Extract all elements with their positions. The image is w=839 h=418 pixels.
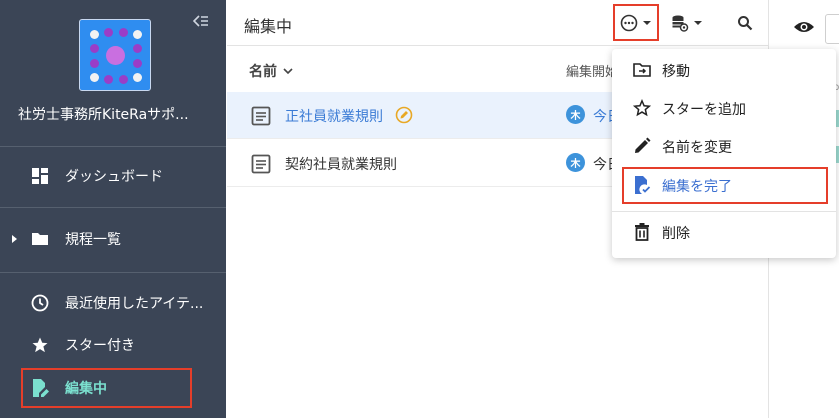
move-folder-icon — [633, 61, 651, 79]
menu-item-rename[interactable]: 名前を変更 — [612, 127, 836, 165]
dropdown-caret-icon — [694, 21, 702, 25]
star-icon — [30, 335, 50, 355]
dropdown-caret-icon — [643, 21, 651, 25]
divider — [0, 207, 226, 208]
menu-label-delete: 削除 — [662, 226, 690, 242]
folder-icon — [30, 229, 50, 249]
expand-caret-icon[interactable] — [12, 235, 17, 243]
nav-item-starred[interactable]: スター付き — [0, 329, 226, 361]
document-icon — [251, 154, 271, 178]
editing-status-icon — [395, 106, 413, 128]
chevron-down-icon — [283, 68, 293, 75]
main-header: 編集中 — [227, 0, 768, 46]
document-name[interactable]: 契約社員就業規則 — [285, 154, 397, 174]
divider — [0, 272, 226, 273]
right-panel-field[interactable] — [825, 14, 839, 44]
nav-label-recent: 最近使用したアイテ... — [65, 296, 204, 312]
dashboard-icon — [30, 166, 50, 186]
nav-label-starred: スター付き — [65, 338, 135, 354]
database-settings-icon — [672, 15, 689, 32]
eye-icon — [794, 22, 814, 32]
avatar: 木 — [566, 153, 585, 172]
storage-settings-button[interactable] — [671, 12, 702, 34]
nav-label-dashboard: ダッシュボード — [65, 169, 163, 185]
star-outline-icon — [633, 99, 651, 117]
document-icon — [251, 106, 271, 130]
more-options-menu: 移動 スターを追加 名前を変更 編集を完了 削除 — [612, 49, 836, 258]
column-header-name: 名前 — [249, 64, 277, 80]
finish-editing-icon — [633, 176, 651, 194]
menu-item-finish-editing[interactable]: 編集を完了 — [612, 166, 836, 204]
sort-by-name-button[interactable]: 名前 — [249, 61, 294, 81]
nav-item-regulations[interactable]: 規程一覧 — [0, 223, 226, 255]
nav-item-recent[interactable]: 最近使用したアイテ... — [0, 287, 226, 319]
nav-label-regulations: 規程一覧 — [65, 232, 121, 248]
organization-name: 社労士事務所KiteRaサポ... — [18, 107, 189, 123]
menu-divider — [612, 211, 836, 212]
menu-item-add-star[interactable]: スターを追加 — [612, 89, 836, 127]
nav-item-dashboard[interactable]: ダッシュボード — [0, 160, 226, 192]
collapse-sidebar-button[interactable] — [192, 14, 210, 32]
collapse-left-icon — [192, 15, 208, 27]
more-options-button[interactable] — [620, 12, 651, 34]
avatar: 木 — [566, 105, 585, 124]
menu-label-rename: 名前を変更 — [662, 140, 732, 156]
organization-logo — [79, 19, 151, 91]
menu-label-move: 移動 — [662, 64, 690, 80]
column-header-edit-start[interactable]: 編集開始 — [566, 61, 618, 80]
divider — [0, 146, 226, 147]
sidebar: 社労士事務所KiteRaサポ... ダッシュボード 規程一覧 最近使用したアイテ… — [0, 0, 226, 418]
search-icon — [738, 16, 753, 31]
nav-item-editing[interactable]: 編集中 — [0, 372, 226, 404]
edit-document-icon — [30, 378, 50, 398]
menu-item-delete[interactable]: 削除 — [612, 213, 836, 251]
more-horizontal-icon — [620, 14, 638, 32]
document-name[interactable]: 正社員就業規則 — [285, 106, 383, 126]
trash-icon — [633, 223, 651, 241]
pencil-icon — [633, 137, 651, 155]
menu-label-finish-editing: 編集を完了 — [662, 179, 732, 195]
nav-label-editing: 編集中 — [65, 381, 107, 397]
page-title: 編集中 — [244, 17, 293, 36]
menu-item-move[interactable]: 移動 — [612, 51, 836, 89]
preview-button[interactable] — [793, 19, 815, 39]
clock-icon — [30, 293, 50, 313]
menu-label-add-star: スターを追加 — [662, 102, 746, 118]
search-button[interactable] — [737, 12, 753, 34]
